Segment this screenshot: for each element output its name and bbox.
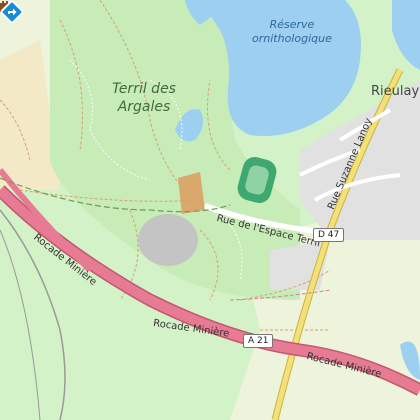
route-badge-a21: A 21 <box>243 334 274 348</box>
diamond-pin-icon[interactable] <box>0 0 24 24</box>
gravel-heap <box>138 214 198 266</box>
map-base-layer <box>0 0 420 420</box>
route-badge-d47: D 47 <box>313 228 345 242</box>
map-canvas[interactable]: Réserve ornithologique Terril des Argale… <box>0 0 420 420</box>
